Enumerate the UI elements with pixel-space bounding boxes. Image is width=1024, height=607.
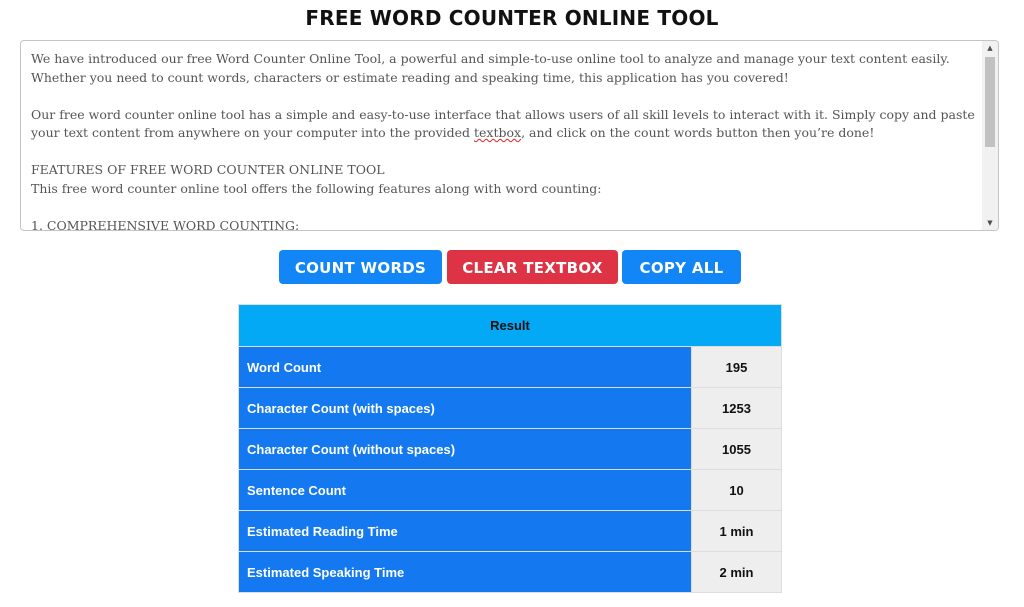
result-header: Result	[238, 304, 782, 347]
result-row-reading-time: Estimated Reading Time 1 min	[238, 510, 782, 552]
misspelled-word: textbox	[474, 125, 522, 140]
result-value: 10	[691, 469, 782, 511]
result-value: 2 min	[691, 551, 782, 593]
result-label: Character Count (with spaces)	[238, 387, 692, 429]
result-row-sentence-count: Sentence Count 10	[238, 469, 782, 511]
result-label: Estimated Reading Time	[238, 510, 692, 552]
result-row-speaking-time: Estimated Speaking Time 2 min	[238, 551, 782, 593]
count-words-button[interactable]: COUNT WORDS	[279, 250, 442, 284]
scrollbar-thumb[interactable]	[985, 57, 995, 147]
result-value: 1 min	[691, 510, 782, 552]
result-label: Character Count (without spaces)	[238, 428, 692, 470]
textbox-paragraph-interface: Our free word counter online tool has a …	[31, 106, 976, 143]
textbox-list-item: 1. COMPREHENSIVE WORD COUNTING:	[31, 217, 300, 231]
result-table: Result Word Count 195 Character Count (w…	[238, 304, 782, 593]
result-header-row: Result	[238, 304, 782, 347]
result-label: Word Count	[238, 346, 692, 388]
result-row-char-count-no-spaces: Character Count (without spaces) 1055	[238, 428, 782, 470]
textbox-scrollbar[interactable]: ▲ ▼	[982, 41, 998, 230]
result-row-word-count: Word Count 195	[238, 346, 782, 388]
copy-all-button[interactable]: COPY ALL	[622, 250, 741, 284]
textbox-text: , and click on the count words button th…	[521, 125, 875, 140]
page-title: FREE WORD COUNTER ONLINE TOOL	[305, 6, 719, 30]
text-input-area[interactable]: We have introduced our free Word Counter…	[20, 40, 999, 231]
textbox-features-intro: This free word counter online tool offer…	[31, 180, 602, 196]
scroll-down-arrow-icon[interactable]: ▼	[982, 216, 998, 230]
result-value: 1253	[691, 387, 782, 429]
result-value: 195	[691, 346, 782, 388]
textbox-features-heading: FEATURES OF FREE WORD COUNTER ONLINE TOO…	[31, 162, 385, 177]
result-label: Estimated Speaking Time	[238, 551, 692, 593]
textbox-paragraph-intro: We have introduced our free Word Counter…	[31, 51, 950, 85]
result-value: 1055	[691, 428, 782, 470]
result-row-char-count-spaces: Character Count (with spaces) 1253	[238, 387, 782, 429]
scroll-up-arrow-icon[interactable]: ▲	[982, 41, 998, 55]
textbox-content[interactable]: We have introduced our free Word Counter…	[31, 50, 976, 231]
clear-textbox-button[interactable]: CLEAR TEXTBOX	[447, 250, 618, 284]
result-label: Sentence Count	[238, 469, 692, 511]
